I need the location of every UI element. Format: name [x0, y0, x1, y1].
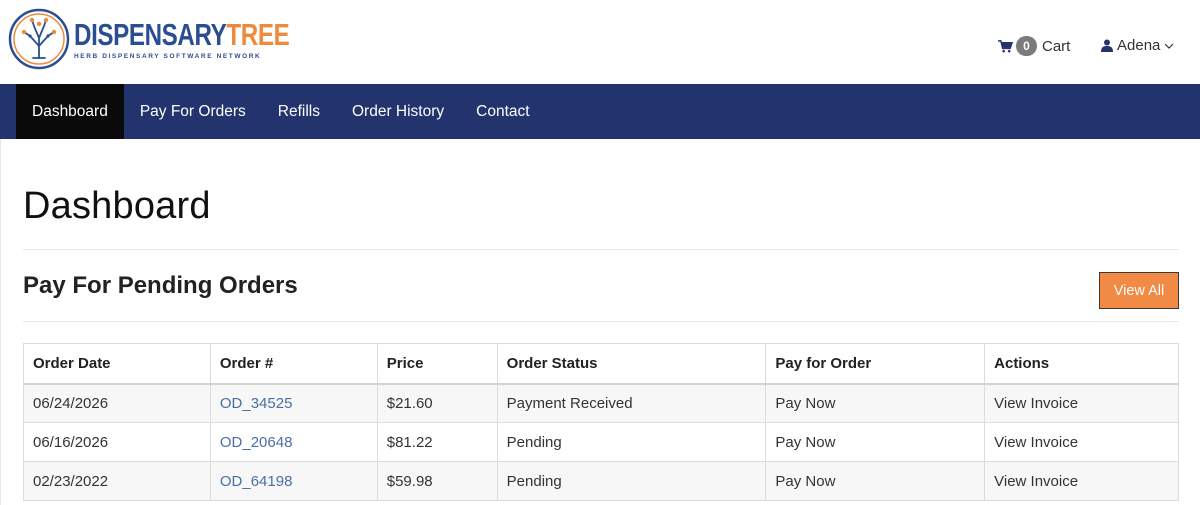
- nav-item-pay-for-orders[interactable]: Pay For Orders: [124, 84, 262, 139]
- divider: [23, 249, 1179, 250]
- site-header: DISPENSARYTREE HERB DISPENSARY SOFTWARE …: [0, 0, 1200, 84]
- order-number-link[interactable]: OD_20648: [220, 434, 293, 451]
- order-date: 02/23/2022: [23, 461, 211, 501]
- chevron-down-icon: [1164, 43, 1174, 49]
- order-number-cell: OD_34525: [209, 383, 378, 423]
- tree-logo-icon: [8, 8, 70, 70]
- cart-count-badge: 0: [1016, 36, 1037, 56]
- order-price: $21.60: [376, 383, 498, 423]
- page-title: Dashboard: [23, 185, 211, 227]
- view-invoice-link[interactable]: View Invoice: [984, 383, 1179, 423]
- view-invoice-link[interactable]: View Invoice: [984, 422, 1179, 462]
- section-title: Pay For Pending Orders: [23, 272, 298, 299]
- shopping-cart-icon: [998, 39, 1013, 52]
- nav-item-dashboard[interactable]: Dashboard: [16, 84, 124, 139]
- table-row: 06/16/2026 OD_20648 $81.22 Pending Pay N…: [23, 422, 1179, 462]
- column-header-price[interactable]: Price: [376, 343, 498, 385]
- column-header-order-date[interactable]: Order Date: [23, 343, 211, 385]
- order-number-link[interactable]: OD_34525: [220, 395, 293, 412]
- column-header-order-number[interactable]: Order #: [209, 343, 378, 385]
- view-invoice-link[interactable]: View Invoice: [984, 461, 1179, 501]
- pay-now-link[interactable]: Pay Now: [765, 383, 986, 423]
- nav-item-order-history[interactable]: Order History: [336, 84, 460, 139]
- brand-logo[interactable]: DISPENSARYTREE HERB DISPENSARY SOFTWARE …: [8, 8, 350, 70]
- pay-now-link[interactable]: Pay Now: [765, 422, 986, 462]
- order-status: Pending: [496, 461, 767, 501]
- brand-name: DISPENSARYTREE: [74, 16, 290, 52]
- order-status: Payment Received: [496, 383, 767, 423]
- order-price: $59.98: [376, 461, 498, 501]
- order-number-cell: OD_64198: [209, 461, 378, 501]
- nav-item-contact[interactable]: Contact: [460, 84, 545, 139]
- order-price: $81.22: [376, 422, 498, 462]
- pay-now-link[interactable]: Pay Now: [765, 461, 986, 501]
- order-number-cell: OD_20648: [209, 422, 378, 462]
- table-header-row: Order Date Order # Price Order Status Pa…: [23, 343, 1179, 385]
- column-header-actions[interactable]: Actions: [984, 343, 1179, 385]
- user-name: Adena: [1117, 37, 1161, 54]
- brand-tagline: HERB DISPENSARY SOFTWARE NETWORK: [74, 52, 262, 60]
- user-icon: [1101, 39, 1113, 52]
- column-header-order-status[interactable]: Order Status: [496, 343, 767, 385]
- order-date: 06/24/2026: [23, 383, 211, 423]
- view-all-button[interactable]: View All: [1099, 272, 1179, 309]
- order-number-link[interactable]: OD_64198: [220, 473, 293, 490]
- pending-orders-table: Order Date Order # Price Order Status Pa…: [23, 343, 1179, 501]
- order-date: 06/16/2026: [23, 422, 211, 462]
- main-content: Dashboard Pay For Pending Orders View Al…: [0, 139, 1200, 505]
- user-menu[interactable]: Adena: [1101, 37, 1174, 54]
- cart-label: Cart: [1042, 37, 1071, 55]
- cart-link[interactable]: 0 Cart: [998, 36, 1070, 56]
- order-status: Pending: [496, 422, 767, 462]
- divider: [23, 321, 1179, 322]
- main-nav: Dashboard Pay For Orders Refills Order H…: [0, 84, 1200, 139]
- column-header-pay-for-order[interactable]: Pay for Order: [765, 343, 986, 385]
- table-row: 02/23/2022 OD_64198 $59.98 Pending Pay N…: [23, 461, 1179, 501]
- table-row: 06/24/2026 OD_34525 $21.60 Payment Recei…: [23, 383, 1179, 423]
- nav-item-refills[interactable]: Refills: [262, 84, 336, 139]
